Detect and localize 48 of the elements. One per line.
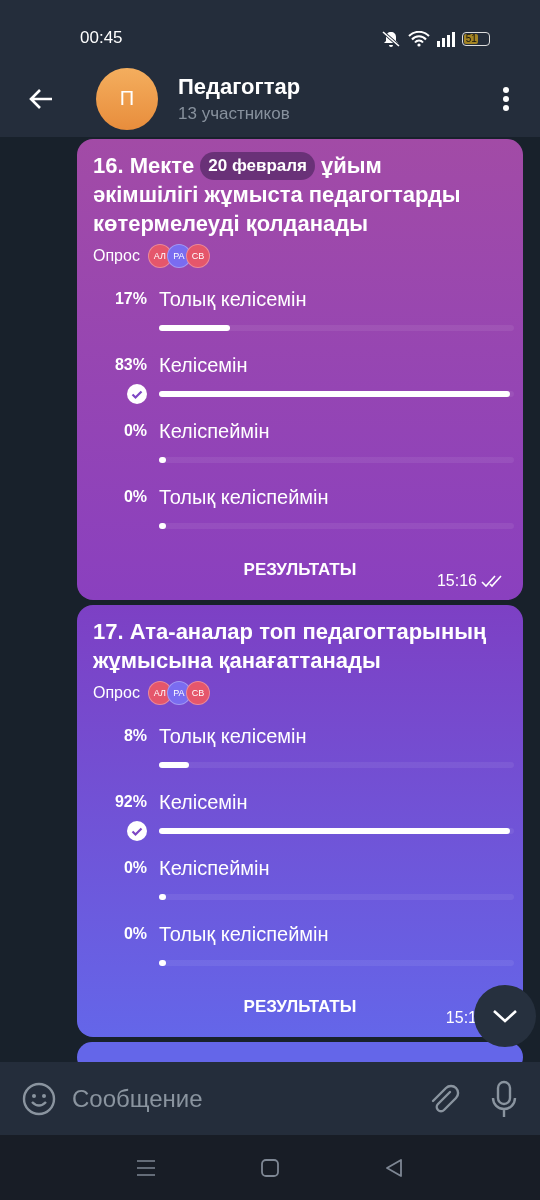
voter-avatar: СВ <box>185 681 210 705</box>
chat-title: Педагогтар <box>178 73 302 100</box>
emoji-icon[interactable] <box>22 1081 56 1116</box>
option-label: Келісемін <box>159 790 249 814</box>
option-label: Келіспеймін <box>159 856 271 880</box>
option-percent: 0% <box>122 925 147 943</box>
poll-question: әкімшілігі жұмыста педагогтарды көтермелеуді қолданады <box>93 181 462 238</box>
status-time: 00:45 <box>80 28 123 48</box>
option-percent: 92% <box>113 793 147 811</box>
results-button[interactable]: РЕЗУЛЬТАТЫ <box>243 555 357 585</box>
back-arrow-icon[interactable] <box>28 87 54 110</box>
menu-icon[interactable] <box>136 1158 156 1177</box>
option-label: Толық келісемін <box>159 287 308 311</box>
date-badge: 20 февраля <box>200 151 316 180</box>
option-percent: 0% <box>122 422 147 440</box>
results-button[interactable]: РЕЗУЛЬТАТЫ <box>243 992 357 1022</box>
voter-avatar: СВ <box>185 244 210 268</box>
option-label: Келісемін <box>159 353 249 377</box>
option-label: Толық келіспеймін <box>159 922 330 946</box>
option-percent: 17% <box>113 290 147 308</box>
voter-avatar: АЛ <box>147 681 172 705</box>
option-label: Толық келіспеймін <box>159 485 330 509</box>
chevron-down-icon <box>492 1009 518 1023</box>
more-menu-icon[interactable] <box>502 85 510 112</box>
option-percent: 8% <box>122 727 147 745</box>
option-label: Толық келісемін <box>159 724 308 748</box>
voter-avatar: РА <box>166 244 191 268</box>
option-percent: 0% <box>122 488 147 506</box>
voter-avatar: АЛ <box>147 244 172 268</box>
voter-avatar: РА <box>166 681 191 705</box>
poll-question: 17. Ата-аналар топ педагогтарының жұмысына қанағаттанады <box>93 618 488 675</box>
poll-type-label: Опрос <box>93 684 140 702</box>
mute-bell-icon <box>380 30 402 48</box>
wifi-icon <box>408 31 430 47</box>
option-percent: 0% <box>122 859 147 877</box>
microphone-icon[interactable] <box>490 1079 518 1118</box>
member-count: 13 участников <box>178 103 291 124</box>
poll-question: 16. Мекте <box>93 152 195 180</box>
poll-question: ұйым <box>321 152 382 180</box>
back-icon[interactable] <box>384 1157 404 1178</box>
message-time: 15:1 <box>445 1009 477 1027</box>
signal-icon <box>436 31 456 47</box>
battery-icon: 51 <box>462 32 490 46</box>
message-time: 15:16 <box>436 572 477 590</box>
poll-type-label: Опрос <box>93 247 140 265</box>
option-percent: 83% <box>113 356 147 374</box>
home-icon[interactable] <box>260 1157 280 1178</box>
option-label: Келіспеймін <box>159 419 271 443</box>
